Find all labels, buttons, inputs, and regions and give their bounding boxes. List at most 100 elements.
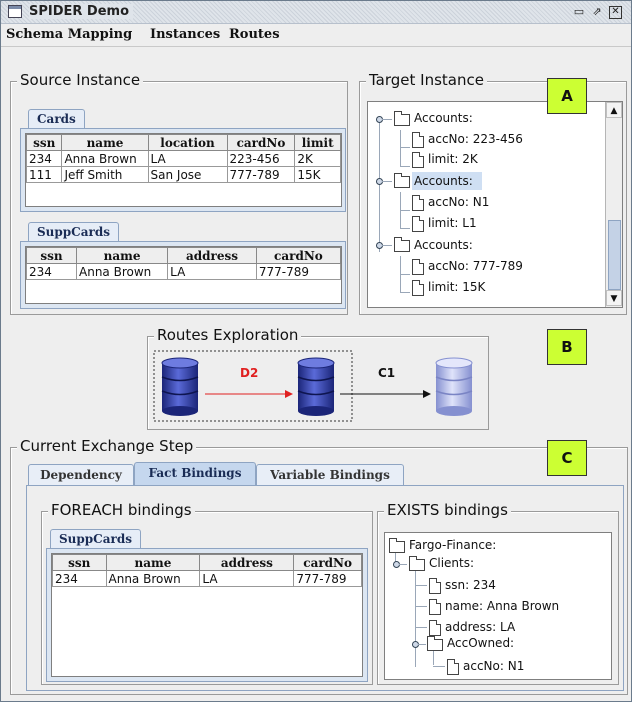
callout-c: C <box>547 440 587 476</box>
arrow-head-icon <box>285 390 293 398</box>
cell: 111 <box>26 166 63 183</box>
tab-variable-bindings[interactable]: Variable Bindings <box>256 464 404 485</box>
col-name[interactable]: name <box>105 554 201 571</box>
scroll-thumb[interactable] <box>608 220 621 290</box>
cell: 234 <box>52 570 107 587</box>
scroll-up-icon[interactable]: ▲ <box>606 102 622 118</box>
tree-leaf[interactable]: limit: L1 <box>428 214 477 232</box>
col-ssn[interactable]: ssn <box>26 134 63 151</box>
col-cardno[interactable]: cardNo <box>226 134 296 151</box>
tree-leaf[interactable]: limit: 15K <box>428 278 485 296</box>
col-name[interactable]: name <box>76 247 169 264</box>
file-icon <box>429 578 441 594</box>
cell: 234 <box>26 263 78 280</box>
tree-node-fargo-finance[interactable]: Fargo-Finance: <box>409 536 496 554</box>
table-row[interactable]: 234 Anna Brown LA 777-789 <box>52 570 362 587</box>
callout-b: B <box>547 329 587 365</box>
tree-connector <box>418 644 426 645</box>
col-ssn[interactable]: ssn <box>26 247 78 264</box>
col-cardno[interactable]: cardNo <box>255 247 341 264</box>
cell: LA <box>147 150 228 167</box>
folder-icon <box>394 173 410 188</box>
cards-tab[interactable]: Cards <box>28 109 85 128</box>
edge-label-d2[interactable]: D2 <box>240 366 258 380</box>
foreach-table-panel: ssn name address cardNo 234 Anna Brown L… <box>46 548 368 682</box>
file-icon <box>447 659 459 675</box>
table-row[interactable]: 234 Anna Brown LA 223-456 2K <box>26 150 341 167</box>
menu-routes[interactable]: Routes <box>229 27 280 42</box>
tree-node-accounts[interactable]: Accounts: <box>414 109 473 127</box>
tree-connector <box>382 181 392 182</box>
suppcards-tab[interactable]: SuppCards <box>28 222 119 241</box>
folder-icon <box>409 556 425 571</box>
file-icon <box>412 280 424 296</box>
database-icon[interactable] <box>297 357 335 416</box>
fact-bindings-panel: FOREACH bindings SuppCards ssn name addr… <box>26 485 624 691</box>
tree-leaf[interactable]: accNo: 777-789 <box>428 257 523 275</box>
table-row[interactable]: 111 Jeff Smith San Jose 777-789 15K <box>26 166 341 183</box>
col-limit[interactable]: limit <box>294 134 341 151</box>
edge-label-c1[interactable]: C1 <box>378 366 395 380</box>
foreach-suppcards-tab[interactable]: SuppCards <box>50 529 141 548</box>
vertical-scrollbar[interactable]: ▲ ▼ <box>605 102 622 307</box>
tree-leaf[interactable]: ssn: 234 <box>445 576 496 594</box>
close-icon[interactable]: ✕ <box>609 6 622 19</box>
tree-leaf[interactable]: accNo: N1 <box>428 193 489 211</box>
title-bar: SPIDER Demo ▭ ⇗ ✕ <box>1 1 631 24</box>
routes-diagram: D2 C1 <box>153 350 473 422</box>
target-instance-panel: Target Instance Accounts: accNo: 223-456… <box>359 71 627 315</box>
file-icon <box>412 195 424 211</box>
foreach-bindings-title: FOREACH bindings <box>48 501 195 519</box>
tree-leaf[interactable]: accNo: N1 <box>463 657 524 675</box>
tree-leaf[interactable]: limit: 2K <box>428 150 478 168</box>
tree-connector <box>400 130 401 166</box>
col-address[interactable]: address <box>199 554 295 571</box>
tree-node-accowned[interactable]: AccOwned: <box>447 634 514 652</box>
current-exchange-step-panel: Current Exchange Step Dependency Fact Bi… <box>10 437 628 695</box>
cell: 2K <box>294 150 341 167</box>
file-icon <box>412 132 424 148</box>
tree-connector <box>400 166 410 167</box>
folder-icon <box>394 111 410 126</box>
col-name[interactable]: name <box>61 134 149 151</box>
tree-connector <box>379 118 380 252</box>
tab-dependency[interactable]: Dependency <box>28 464 134 485</box>
routes-exploration-panel: Routes Exploration D2 C1 <box>147 326 489 430</box>
tree-connector <box>382 245 392 246</box>
tree-node-clients[interactable]: Clients: <box>429 554 474 572</box>
tab-fact-bindings[interactable]: Fact Bindings <box>134 462 256 485</box>
cell: San Jose <box>147 166 228 183</box>
col-ssn[interactable]: ssn <box>52 554 107 571</box>
database-icon[interactable] <box>161 357 199 416</box>
menu-bar: Schema Mapping Instances Routes <box>1 24 631 47</box>
cell: 777-789 <box>293 570 362 587</box>
folder-icon <box>389 538 405 553</box>
maximize-icon[interactable]: ⇗ <box>589 4 605 20</box>
col-cardno[interactable]: cardNo <box>293 554 362 571</box>
menu-schema-mapping[interactable]: Schema Mapping <box>6 27 132 42</box>
file-icon <box>429 620 441 636</box>
tree-connector <box>415 585 427 586</box>
tree-leaf[interactable]: name: Anna Brown <box>445 597 559 615</box>
tree-connector <box>415 567 416 667</box>
minimize-icon[interactable]: ▭ <box>571 4 587 20</box>
col-address[interactable]: address <box>167 247 257 264</box>
foreach-table-box: ssn name address cardNo 234 Anna Brown L… <box>51 553 363 677</box>
file-icon <box>412 152 424 168</box>
tree-leaf[interactable]: accNo: 223-456 <box>428 130 523 148</box>
tree-connector <box>400 147 410 148</box>
tree-connector <box>415 627 427 628</box>
file-icon <box>412 216 424 232</box>
cell: 777-789 <box>226 166 296 183</box>
tree-node-accounts[interactable]: Accounts: <box>414 236 473 254</box>
tree-connector <box>399 564 407 565</box>
table-row[interactable]: 234 Anna Brown LA 777-789 <box>26 263 341 280</box>
scroll-down-icon[interactable]: ▼ <box>606 290 622 306</box>
tree-node-accounts-selected[interactable]: Accounts: <box>414 172 473 190</box>
suppcards-table-box: ssn name address cardNo 234 Anna Brown L… <box>25 246 342 304</box>
cell: Anna Brown <box>76 263 169 280</box>
col-location[interactable]: location <box>147 134 228 151</box>
file-icon <box>429 599 441 615</box>
menu-instances[interactable]: Instances <box>150 27 220 42</box>
database-icon-faded[interactable] <box>435 357 473 416</box>
